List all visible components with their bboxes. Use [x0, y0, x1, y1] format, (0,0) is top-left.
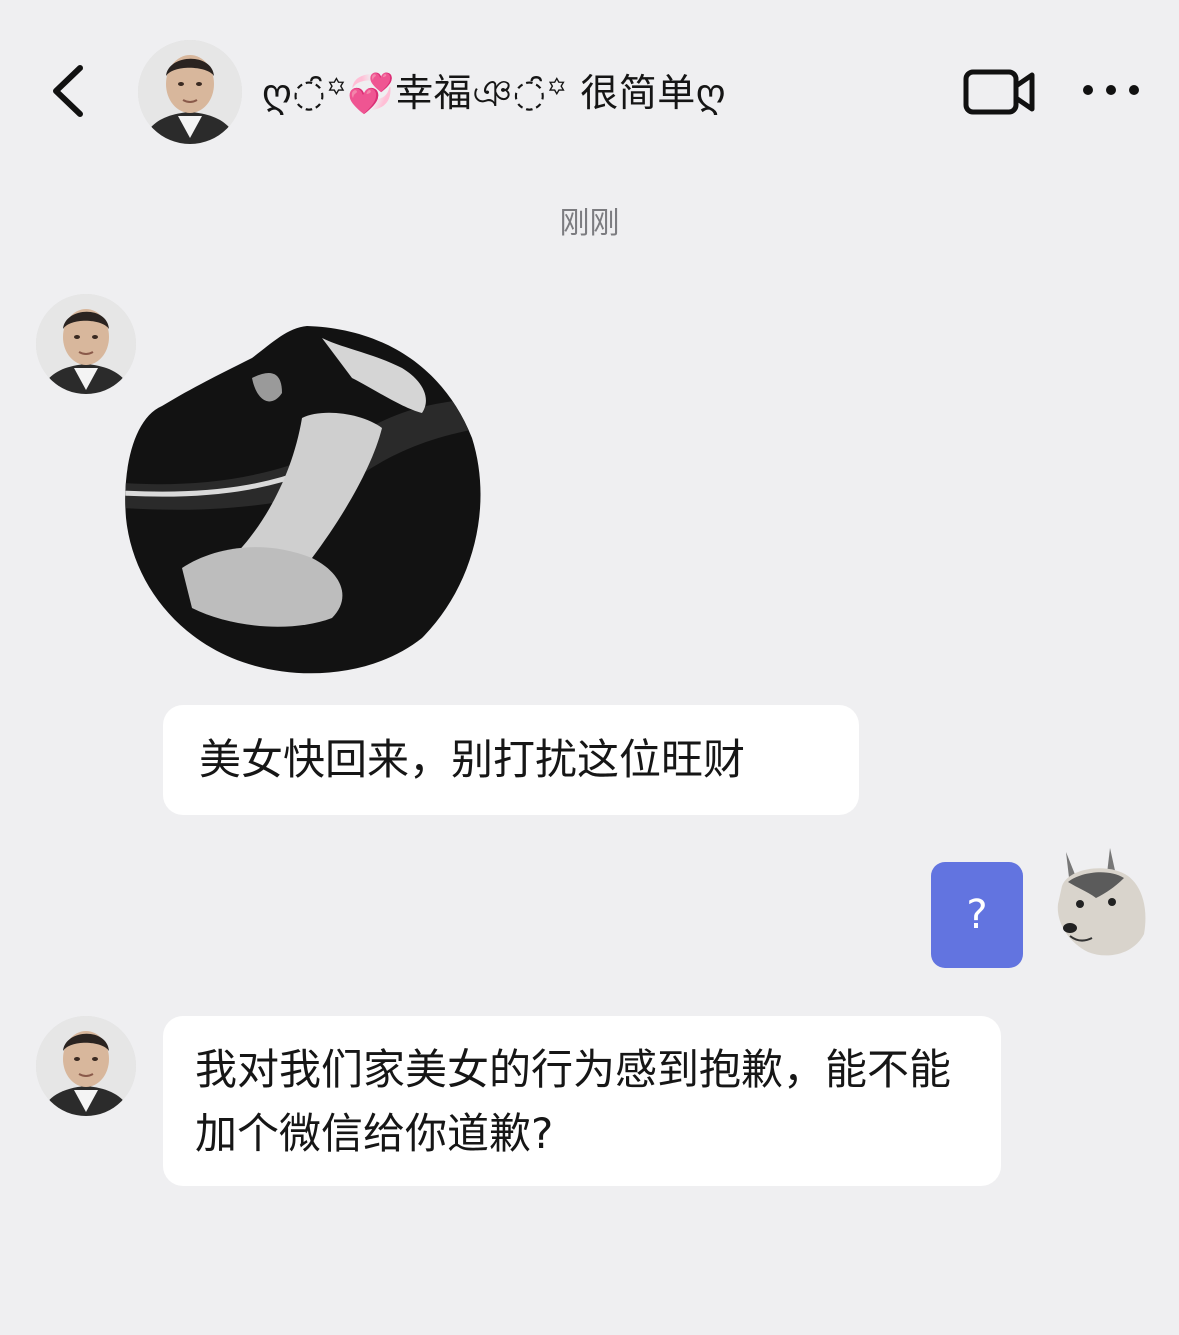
more-options-button[interactable] — [1078, 70, 1144, 110]
contact-avatar[interactable] — [36, 1016, 136, 1116]
message-timestamp: 刚刚 — [559, 206, 620, 241]
contact-name[interactable]: ღ◌̑꙳💞幸福ঞ◌̑꙳ 很简单ღ — [262, 58, 726, 128]
video-camera-icon — [963, 69, 1035, 115]
back-button[interactable] — [40, 58, 100, 124]
chevron-left-icon — [53, 65, 83, 117]
contact-avatar[interactable] — [138, 40, 242, 144]
contact-avatar[interactable] — [36, 294, 136, 394]
sticker-image[interactable] — [122, 318, 482, 680]
chat-header: ღ◌̑꙳💞幸福ঞ◌̑꙳ 很简单ღ — [0, 0, 1179, 185]
video-call-button[interactable] — [960, 62, 1040, 122]
message-bubble-incoming[interactable]: 我对我们家美女的行为感到抱歉，能不能加个微信给你道歉? — [163, 1016, 1001, 1186]
more-dots-icon — [1083, 85, 1139, 95]
message-bubble-incoming[interactable]: 美女快回来，别打扰这位旺财 — [163, 705, 859, 815]
message-bubble-outgoing[interactable]: ? — [931, 862, 1023, 968]
my-avatar[interactable] — [1048, 842, 1152, 966]
